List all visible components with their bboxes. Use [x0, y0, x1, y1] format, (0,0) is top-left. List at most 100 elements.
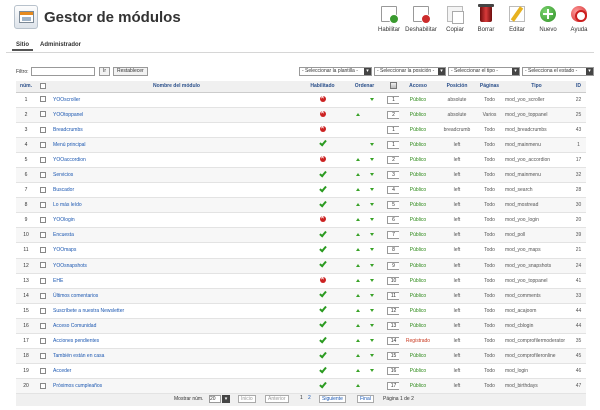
module-name-link[interactable]: Acceso Comunidad [50, 318, 303, 335]
move-down-icon[interactable] [369, 233, 374, 237]
row-checkbox[interactable] [40, 247, 46, 254]
type-select[interactable]: - Seleccionar el tipo - [448, 67, 520, 76]
enabled-check-icon[interactable] [318, 259, 327, 268]
move-up-icon[interactable] [355, 369, 360, 373]
module-name-link[interactable]: YOOlogin [50, 212, 303, 229]
access-link[interactable]: Público [399, 227, 437, 244]
row-checkbox[interactable] [40, 171, 46, 178]
order-input[interactable]: 2 [387, 155, 399, 164]
order-input[interactable]: 15 [387, 352, 399, 361]
row-checkbox[interactable] [40, 383, 46, 390]
move-up-icon[interactable] [355, 384, 360, 388]
col-access[interactable]: Acceso [399, 81, 437, 93]
row-checkbox[interactable] [40, 217, 46, 224]
row-checkbox[interactable] [40, 307, 46, 314]
move-down-icon[interactable] [369, 157, 374, 161]
enable-button[interactable]: Habilitar [376, 4, 402, 33]
order-input[interactable]: 4 [387, 186, 399, 195]
row-checkbox[interactable] [40, 141, 46, 148]
order-input[interactable]: 5 [387, 201, 399, 210]
module-name-link[interactable]: YOOtoppanel [50, 107, 303, 123]
access-link[interactable]: Público [399, 273, 437, 289]
move-down-icon[interactable] [369, 203, 374, 207]
row-checkbox[interactable] [40, 202, 46, 209]
module-name-link[interactable]: YOOmaps [50, 242, 303, 259]
access-link[interactable]: Público [399, 137, 437, 153]
order-input[interactable]: 7 [387, 231, 399, 240]
order-input[interactable]: 12 [387, 306, 399, 315]
enabled-check-icon[interactable] [318, 380, 327, 389]
pagination-page-2[interactable]: 2 [306, 395, 313, 403]
access-link[interactable]: Público [399, 318, 437, 335]
row-checkbox[interactable] [40, 337, 46, 344]
edit-button[interactable]: Editar [502, 4, 532, 33]
order-input[interactable]: 16 [387, 367, 399, 376]
tab-administrator[interactable]: Administrador [36, 41, 85, 49]
col-name[interactable]: Nombre del módulo [50, 81, 303, 93]
module-name-link[interactable]: Próximos cumpleaños [50, 378, 303, 395]
module-name-link[interactable]: YOOsnapshots [50, 258, 303, 274]
limit-select[interactable]: 20 [209, 395, 221, 403]
row-checkbox[interactable] [40, 322, 46, 329]
access-link[interactable]: Público [399, 258, 437, 274]
order-input[interactable]: 8 [387, 246, 399, 255]
order-input[interactable]: 13 [387, 321, 399, 330]
move-down-icon[interactable] [369, 248, 374, 252]
disabled-x-icon[interactable] [319, 95, 326, 102]
move-down-icon[interactable] [369, 354, 374, 358]
row-checkbox[interactable] [40, 352, 46, 359]
module-name-link[interactable]: YOOscroller [50, 92, 303, 108]
order-input[interactable]: 3 [387, 171, 399, 180]
state-select[interactable]: - Selecciona el estado - [522, 67, 594, 76]
move-up-icon[interactable] [355, 323, 360, 327]
enabled-check-icon[interactable] [318, 289, 327, 298]
enabled-check-icon[interactable] [318, 304, 327, 313]
enabled-check-icon[interactable] [318, 199, 327, 208]
access-link[interactable]: Público [399, 348, 437, 365]
tab-site[interactable]: Sitio [12, 41, 33, 51]
template-select[interactable]: - Seleccionar la plantilla - [299, 67, 372, 76]
move-up-icon[interactable] [355, 248, 360, 252]
row-checkbox[interactable] [40, 262, 46, 269]
move-up-icon[interactable] [355, 112, 360, 116]
move-up-icon[interactable] [355, 173, 360, 177]
col-position[interactable]: Posición [437, 81, 477, 93]
order-input[interactable]: 9 [387, 261, 399, 270]
move-down-icon[interactable] [369, 339, 374, 343]
enabled-check-icon[interactable] [318, 138, 327, 147]
position-select[interactable]: - Seleccionar la posición - [374, 67, 446, 76]
enabled-check-icon[interactable] [318, 350, 327, 359]
disabled-x-icon[interactable] [319, 215, 326, 223]
move-down-icon[interactable] [369, 293, 374, 297]
enabled-check-icon[interactable] [318, 169, 327, 177]
move-down-icon[interactable] [369, 142, 374, 146]
access-link[interactable]: Público [399, 197, 437, 214]
row-checkbox[interactable] [40, 156, 46, 163]
move-up-icon[interactable] [355, 203, 360, 207]
access-link[interactable]: Público [399, 363, 437, 380]
row-checkbox[interactable] [40, 277, 46, 284]
access-link[interactable]: Público [399, 378, 437, 395]
access-link[interactable]: Público [399, 242, 437, 259]
move-down-icon[interactable] [369, 188, 374, 192]
access-link[interactable]: Público [399, 107, 437, 123]
move-up-icon[interactable] [355, 339, 360, 343]
row-checkbox[interactable] [40, 232, 46, 239]
move-up-icon[interactable] [355, 157, 360, 161]
module-name-link[interactable]: También están en casa [50, 348, 303, 365]
access-link[interactable]: Público [399, 92, 437, 108]
disabled-x-icon[interactable] [319, 125, 326, 132]
move-up-icon[interactable] [355, 218, 360, 222]
module-name-link[interactable]: Acceder [50, 363, 303, 380]
move-down-icon[interactable] [369, 218, 374, 222]
enabled-check-icon[interactable] [318, 335, 327, 344]
filter-input[interactable] [31, 67, 95, 76]
move-down-icon[interactable] [369, 173, 374, 177]
module-name-link[interactable]: Lo más leído [50, 197, 303, 214]
move-up-icon[interactable] [355, 308, 360, 312]
disabled-x-icon[interactable] [319, 276, 326, 283]
enabled-check-icon[interactable] [318, 244, 327, 253]
order-input[interactable]: 10 [387, 276, 399, 285]
chevron-down-icon[interactable]: ▾ [222, 395, 230, 403]
disabled-x-icon[interactable] [319, 155, 326, 162]
